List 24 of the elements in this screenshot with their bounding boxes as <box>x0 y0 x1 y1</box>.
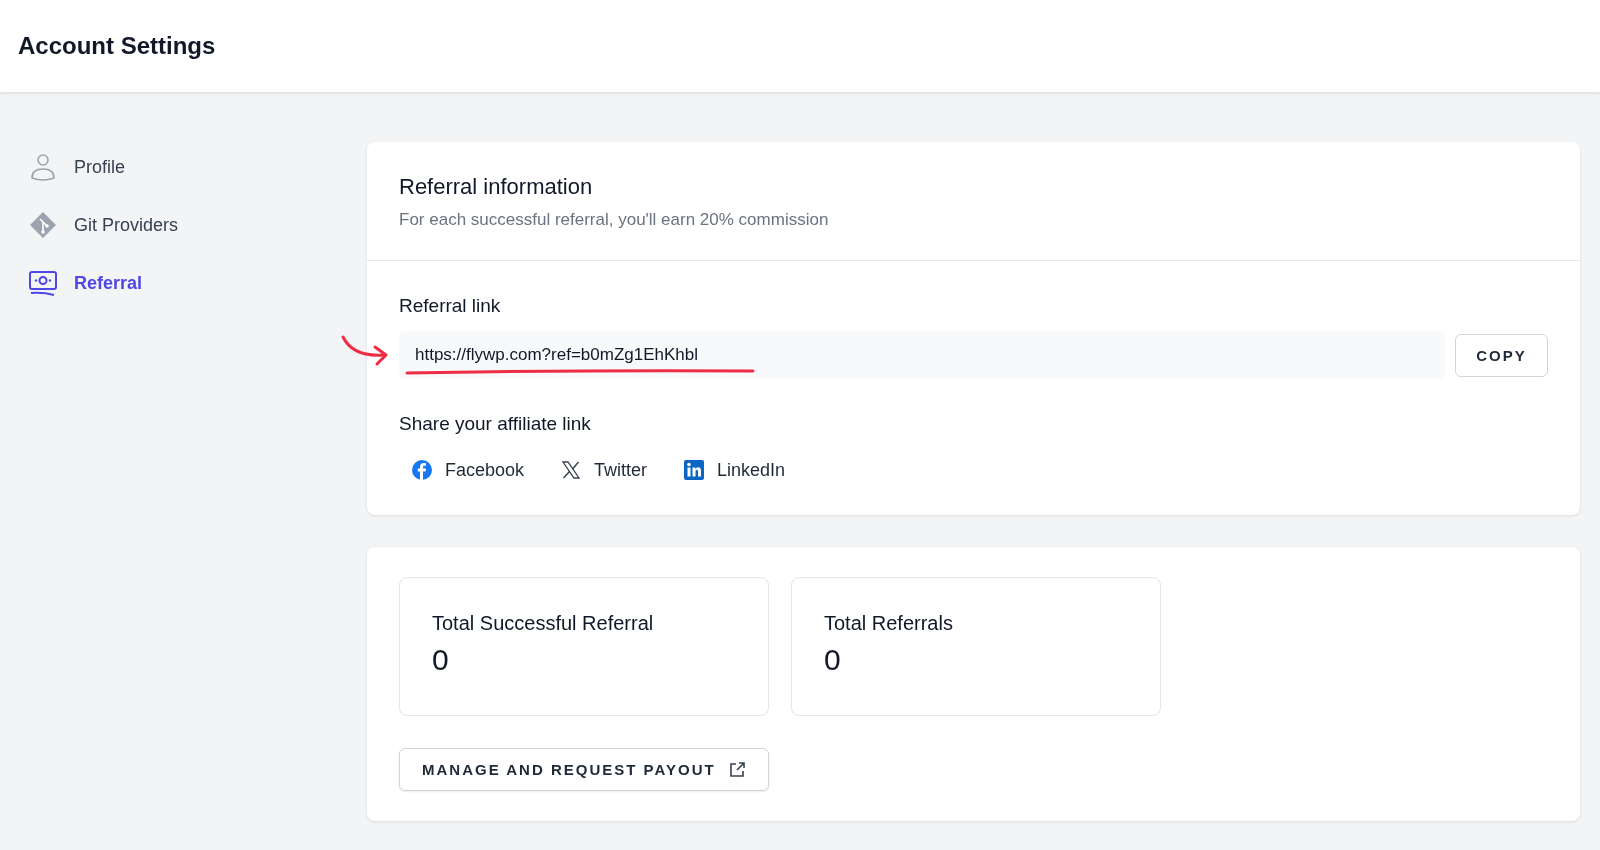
banknote-icon <box>28 268 58 298</box>
page-title: Account Settings <box>18 32 216 60</box>
sidebar-item[interactable]: Referral <box>28 268 367 298</box>
share-link[interactable]: Twitter <box>560 459 648 481</box>
card-subtitle: For each successful referral, you'll earn 20% commission <box>399 210 830 230</box>
share-link[interactable]: Facebook <box>411 459 525 481</box>
external-link-icon <box>727 760 746 779</box>
card-title: Referral information <box>399 174 594 200</box>
x-logo-icon <box>560 459 583 481</box>
git-icon <box>28 210 58 240</box>
stat-value: 0 <box>432 643 450 677</box>
copy-button[interactable]: COPY <box>1455 333 1548 377</box>
sidebar-item[interactable]: Git Providers <box>28 210 367 240</box>
share-link[interactable]: LinkedIn <box>683 459 786 481</box>
payout-button[interactable]: MANAGE AND REQUEST PAYOUT <box>399 748 769 791</box>
linkedin-icon <box>683 459 706 481</box>
facebook-icon <box>411 459 433 481</box>
field-label: Referral link <box>399 295 501 317</box>
stat-value: 0 <box>824 643 842 677</box>
share-label: Share your affiliate link <box>399 413 591 435</box>
sidebar-item[interactable]: Profile <box>28 152 367 182</box>
stat-label: Total Successful Referral <box>432 612 655 635</box>
stat-label: Total Referrals <box>824 612 954 635</box>
user-icon <box>28 152 58 182</box>
